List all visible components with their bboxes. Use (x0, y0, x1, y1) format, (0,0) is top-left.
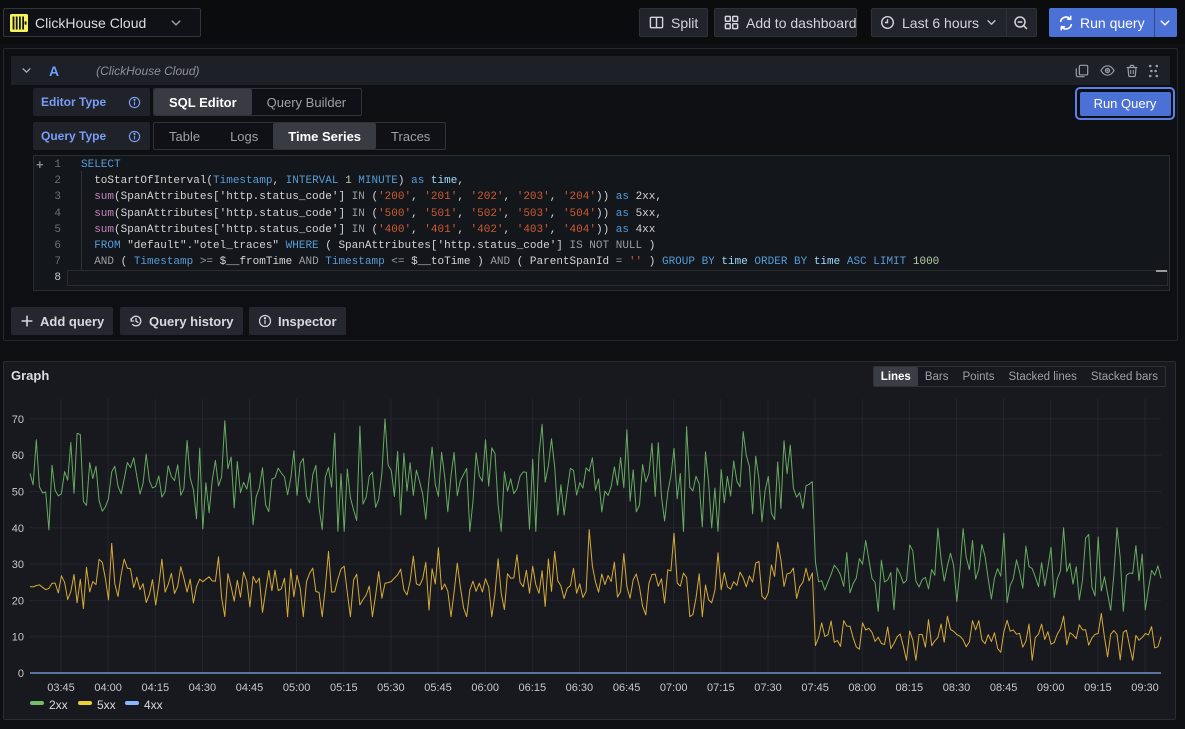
svg-text:60: 60 (12, 450, 24, 462)
svg-text:04:00: 04:00 (94, 682, 122, 694)
svg-text:05:30: 05:30 (377, 682, 405, 694)
svg-text:08:30: 08:30 (943, 682, 971, 694)
svg-text:04:15: 04:15 (142, 682, 170, 694)
svg-text:20: 20 (12, 595, 24, 607)
svg-text:10: 10 (12, 632, 24, 644)
svg-text:40: 40 (12, 523, 24, 535)
svg-text:08:15: 08:15 (896, 682, 924, 694)
svg-text:50: 50 (12, 487, 24, 499)
svg-text:06:00: 06:00 (471, 682, 499, 694)
svg-text:08:45: 08:45 (990, 682, 1018, 694)
svg-text:08:00: 08:00 (848, 682, 876, 694)
svg-text:09:00: 09:00 (1037, 682, 1065, 694)
svg-text:09:30: 09:30 (1131, 682, 1159, 694)
svg-text:07:15: 07:15 (707, 682, 735, 694)
svg-text:05:15: 05:15 (330, 682, 358, 694)
svg-text:04:30: 04:30 (189, 682, 217, 694)
svg-text:06:45: 06:45 (613, 682, 641, 694)
svg-text:5xx: 5xx (97, 698, 116, 712)
svg-text:03:45: 03:45 (47, 682, 75, 694)
svg-text:07:00: 07:00 (660, 682, 688, 694)
svg-text:06:15: 06:15 (519, 682, 547, 694)
svg-text:4xx: 4xx (144, 698, 163, 712)
svg-text:07:30: 07:30 (754, 682, 782, 694)
svg-text:04:45: 04:45 (236, 682, 264, 694)
svg-text:09:15: 09:15 (1084, 682, 1112, 694)
svg-text:30: 30 (12, 559, 24, 571)
svg-text:70: 70 (12, 414, 24, 426)
svg-text:06:30: 06:30 (566, 682, 594, 694)
svg-text:05:45: 05:45 (424, 682, 452, 694)
svg-text:07:45: 07:45 (801, 682, 829, 694)
svg-text:0: 0 (18, 668, 24, 680)
svg-text:2xx: 2xx (49, 698, 68, 712)
svg-text:05:00: 05:00 (283, 682, 311, 694)
